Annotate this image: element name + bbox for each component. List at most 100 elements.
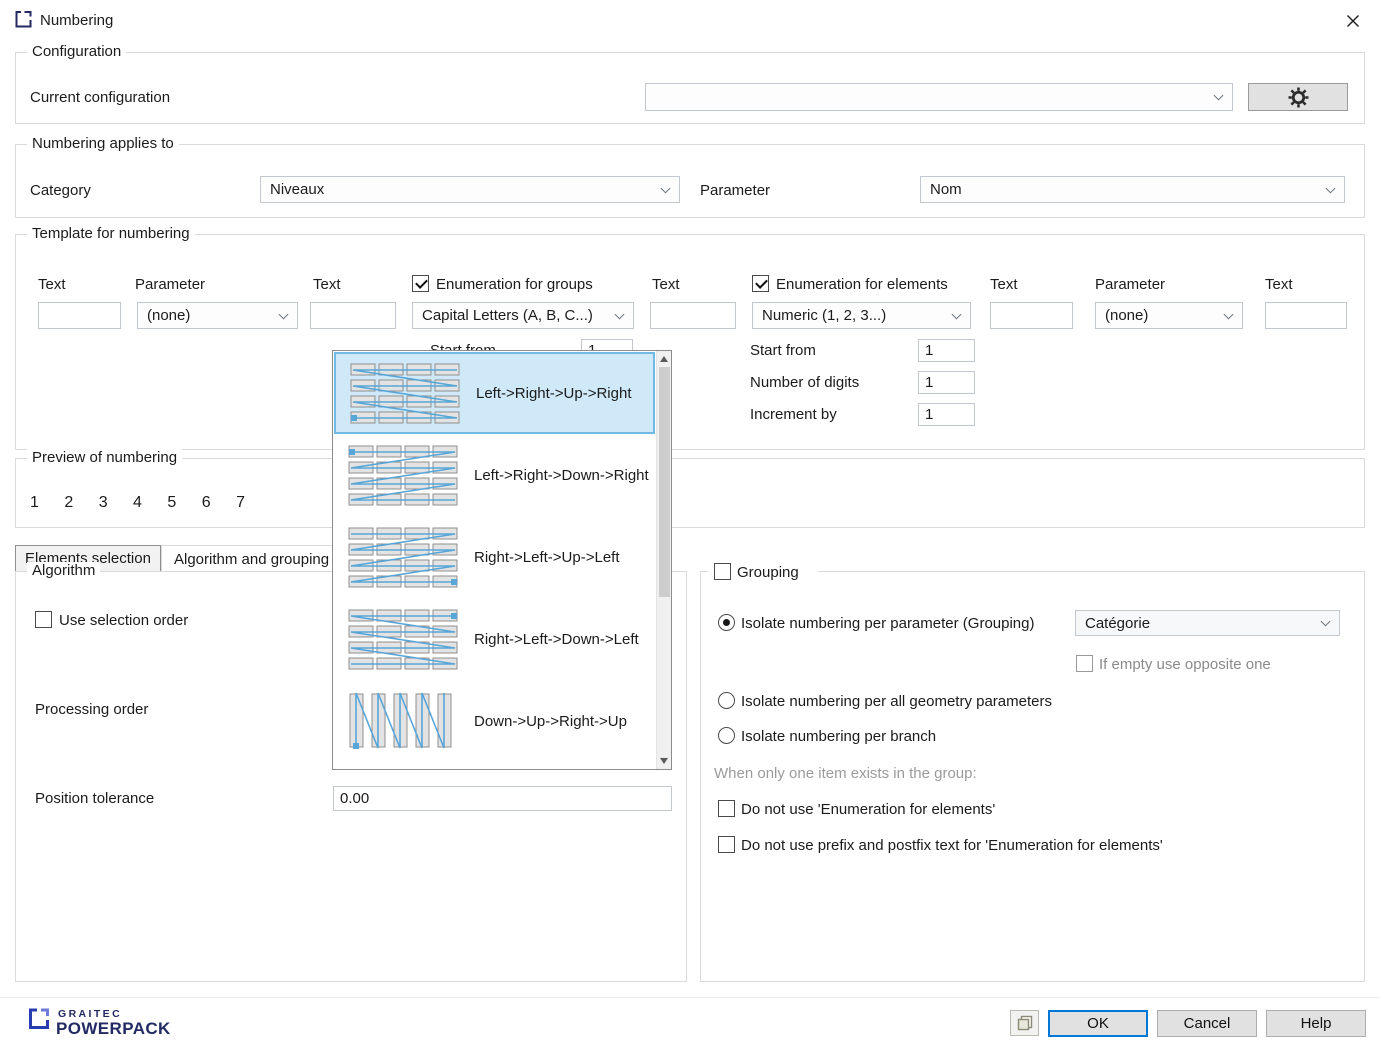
processing-order-label: Processing order bbox=[35, 701, 148, 719]
chevron-down-icon bbox=[279, 309, 289, 319]
order-lr-down-right-icon bbox=[348, 444, 458, 507]
isolate-geometry-label: Isolate numbering per all geometry param… bbox=[741, 693, 1052, 711]
dropdown-scrollbar[interactable] bbox=[656, 351, 671, 769]
current-configuration-select[interactable] bbox=[645, 83, 1233, 111]
dropdown-item-lr-up-right[interactable]: Left->Right->Up->Right bbox=[334, 352, 655, 434]
configuration-settings-button[interactable] bbox=[1248, 83, 1348, 111]
elements-start-from-input[interactable] bbox=[918, 339, 975, 362]
copy-settings-icon bbox=[1017, 1015, 1033, 1031]
help-button-label: Help bbox=[1301, 1015, 1332, 1032]
cancel-button[interactable]: Cancel bbox=[1157, 1010, 1257, 1037]
chevron-down-icon bbox=[1214, 91, 1224, 101]
grouping-legend-label: Grouping bbox=[737, 564, 799, 582]
close-button[interactable] bbox=[1338, 8, 1368, 34]
if-empty-label: If empty use opposite one bbox=[1099, 656, 1271, 674]
close-icon bbox=[1346, 14, 1360, 28]
use-selection-order-checkbox[interactable] bbox=[35, 611, 52, 628]
text4-input[interactable] bbox=[990, 302, 1073, 329]
elements-digits-input[interactable] bbox=[918, 371, 975, 394]
enumeration-groups-checkbox[interactable] bbox=[412, 275, 429, 292]
tab-algorithm-grouping[interactable]: Algorithm and grouping bbox=[161, 545, 354, 572]
order-lr-up-right-icon bbox=[350, 362, 460, 425]
ok-button-label: OK bbox=[1087, 1015, 1109, 1032]
elements-start-from-label: Start from bbox=[750, 342, 816, 360]
elements-style-select[interactable]: Numeric (1, 2, 3...) bbox=[752, 302, 971, 329]
param2-select[interactable]: (none) bbox=[1095, 302, 1243, 329]
isolate-branch-radio[interactable] bbox=[718, 727, 735, 744]
chevron-down-icon bbox=[661, 183, 671, 193]
ok-button[interactable]: OK bbox=[1048, 1010, 1148, 1037]
order-rl-down-left-icon bbox=[348, 608, 458, 671]
param1-value: (none) bbox=[147, 307, 190, 324]
groups-style-value: Capital Letters (A, B, C...) bbox=[422, 307, 593, 324]
text2-label: Text bbox=[313, 276, 341, 294]
text4-label: Text bbox=[990, 276, 1018, 294]
numbering-dialog: Numbering Configuration Current configur… bbox=[0, 0, 1380, 1060]
grouping-checkbox[interactable] bbox=[714, 563, 731, 580]
help-button[interactable]: Help bbox=[1266, 1010, 1366, 1037]
text3-label: Text bbox=[652, 276, 680, 294]
no-enumeration-label: Do not use 'Enumeration for elements' bbox=[741, 801, 995, 819]
text3-input[interactable] bbox=[650, 302, 736, 329]
parameter-label: Parameter bbox=[700, 182, 770, 200]
param1-label: Parameter bbox=[135, 276, 205, 294]
dropdown-item-label: Down->Up->Right->Up bbox=[474, 713, 627, 730]
copy-settings-button[interactable] bbox=[1010, 1010, 1039, 1036]
template-group: Template for numbering bbox=[15, 234, 1365, 450]
dropdown-item-label: Right->Left->Up->Left bbox=[474, 549, 620, 566]
chevron-down-icon bbox=[1321, 617, 1331, 627]
elements-increment-label: Increment by bbox=[750, 406, 837, 424]
position-tolerance-input[interactable] bbox=[333, 786, 672, 811]
parameter-value: Nom bbox=[930, 181, 962, 198]
app-icon bbox=[14, 10, 33, 29]
enumeration-groups-label: Enumeration for groups bbox=[436, 276, 593, 294]
chevron-down-icon bbox=[1326, 183, 1336, 193]
no-prefix-postfix-checkbox[interactable] bbox=[718, 836, 735, 853]
text5-input[interactable] bbox=[1265, 302, 1347, 329]
preview-group: Preview of numbering bbox=[15, 458, 1365, 528]
dropdown-item-lr-down-right[interactable]: Left->Right->Down->Right bbox=[334, 434, 656, 516]
parameter-select[interactable]: Nom bbox=[920, 176, 1345, 203]
text1-input[interactable] bbox=[38, 302, 121, 329]
isolate-geometry-radio[interactable] bbox=[718, 692, 735, 709]
dropdown-item-down-up-right-up[interactable]: Down->Up->Right->Up bbox=[334, 680, 656, 762]
enumeration-elements-label: Enumeration for elements bbox=[776, 276, 948, 294]
text2-input[interactable] bbox=[310, 302, 396, 329]
category-select[interactable]: Niveaux bbox=[260, 176, 680, 203]
dropdown-item-rl-down-left[interactable]: Right->Left->Down->Left bbox=[334, 598, 656, 680]
elements-increment-input[interactable] bbox=[918, 403, 975, 426]
isolate-parameter-radio[interactable] bbox=[718, 614, 735, 631]
elements-style-value: Numeric (1, 2, 3...) bbox=[762, 307, 886, 324]
gear-icon bbox=[1288, 87, 1309, 108]
configuration-legend: Configuration bbox=[27, 43, 126, 60]
grouping-parameter-value: Catégorie bbox=[1085, 615, 1150, 632]
groups-style-select[interactable]: Capital Letters (A, B, C...) bbox=[412, 302, 634, 329]
scrollbar-thumb[interactable] bbox=[659, 367, 670, 597]
footer-separator bbox=[0, 997, 1380, 998]
isolate-branch-label: Isolate numbering per branch bbox=[741, 728, 936, 746]
single-item-note: When only one item exists in the group: bbox=[714, 765, 977, 783]
text1-label: Text bbox=[38, 276, 66, 294]
param2-label: Parameter bbox=[1095, 276, 1165, 294]
if-empty-checkbox[interactable] bbox=[1076, 655, 1093, 672]
order-down-up-right-up-icon bbox=[348, 691, 458, 751]
param1-select[interactable]: (none) bbox=[137, 302, 298, 329]
elements-digits-label: Number of digits bbox=[750, 374, 859, 392]
enumeration-elements-checkbox[interactable] bbox=[752, 275, 769, 292]
param2-value: (none) bbox=[1105, 307, 1148, 324]
preview-legend: Preview of numbering bbox=[27, 449, 182, 466]
tab-algorithm-grouping-label: Algorithm and grouping bbox=[174, 551, 329, 568]
position-tolerance-label: Position tolerance bbox=[35, 790, 154, 808]
no-prefix-postfix-label: Do not use prefix and postfix text for '… bbox=[741, 837, 1163, 855]
text5-label: Text bbox=[1265, 276, 1293, 294]
scroll-down-icon[interactable] bbox=[660, 758, 668, 764]
dropdown-item-rl-up-left[interactable]: Right->Left->Up->Left bbox=[334, 516, 656, 598]
no-enumeration-checkbox[interactable] bbox=[718, 800, 735, 817]
scroll-up-icon[interactable] bbox=[660, 356, 668, 362]
dropdown-item-label: Right->Left->Down->Left bbox=[474, 631, 639, 648]
preview-values: 1 2 3 4 5 6 7 bbox=[30, 494, 245, 512]
graitec-logo-icon bbox=[28, 1008, 50, 1030]
grouping-parameter-select[interactable]: Catégorie bbox=[1075, 610, 1340, 636]
chevron-down-icon bbox=[615, 309, 625, 319]
isolate-parameter-label: Isolate numbering per parameter (Groupin… bbox=[741, 615, 1034, 633]
